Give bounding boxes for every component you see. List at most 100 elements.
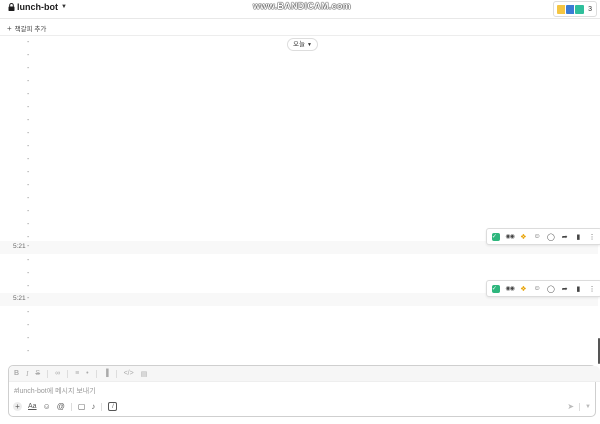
member-count: 3 — [588, 5, 592, 13]
message-row[interactable]: - — [0, 193, 598, 206]
strikethrough-icon[interactable]: S — [35, 370, 40, 377]
message-input[interactable]: #lunch-bot에 메시지 보내기 — [14, 386, 96, 396]
message-row[interactable]: - — [0, 63, 598, 76]
check-icon: ✓ — [491, 232, 500, 241]
message-text: - — [27, 221, 30, 228]
message-text: - — [27, 117, 30, 124]
formatting-toolbar: B I S ∞ ≡ • ▐ </> ▤ — [9, 366, 600, 382]
add-reaction-icon[interactable]: ☺ — [532, 283, 543, 294]
eyes-reaction[interactable]: ◉◉ — [504, 231, 515, 242]
message-text: - — [27, 257, 30, 264]
video-icon[interactable]: ▢ — [78, 402, 86, 411]
add-bookmark-button[interactable]: + 책갈피 추가 — [7, 23, 46, 33]
message-row[interactable]: - — [0, 206, 598, 219]
message-text: - — [27, 91, 30, 98]
plus-icon[interactable]: + — [13, 402, 22, 411]
message-text: - — [27, 243, 30, 250]
message-row[interactable]: - — [0, 89, 598, 102]
send-controls: ➤ ▼ — [567, 402, 591, 411]
message-row[interactable]: - — [0, 141, 598, 154]
message-row[interactable]: - — [0, 307, 598, 320]
message-text: - — [27, 169, 30, 176]
message-text: - — [27, 208, 30, 215]
reply-thread-icon[interactable]: ◯ — [545, 231, 556, 242]
bookmark-bar: + 책갈피 추가 — [0, 19, 600, 36]
chevron-down-icon: ▼ — [61, 4, 67, 10]
raised-hands-reaction[interactable]: ❖ — [518, 283, 529, 294]
raised-hands-reaction[interactable]: ❖ — [518, 231, 529, 242]
watermark: www.BANDICAM.com — [253, 1, 351, 11]
emoji-icon[interactable]: ☺ — [43, 402, 51, 411]
message-timestamp[interactable]: 5:21 — [13, 243, 26, 250]
add-reaction-icon[interactable]: ☺ — [532, 231, 543, 242]
divider — [67, 369, 69, 378]
message-text: - — [27, 322, 30, 329]
divider — [579, 402, 581, 411]
message-hover-toolbar: ✓ ◉◉ ❖ ☺ ◯ ➦ ▮ ⋮ — [486, 280, 600, 297]
message-list[interactable]: 오늘 ▼ - - - - - - - - - - - - - - - - 5:21… — [0, 36, 600, 364]
message-row[interactable]: - — [0, 180, 598, 193]
check-icon: ✓ — [491, 284, 500, 293]
link-icon[interactable]: ∞ — [55, 370, 60, 377]
message-row[interactable]: - — [0, 167, 598, 180]
message-row[interactable]: - — [0, 37, 598, 50]
message-row[interactable]: - — [0, 102, 598, 115]
message-text: - — [27, 52, 30, 59]
message-row[interactable]: - — [0, 76, 598, 89]
divider — [115, 369, 117, 378]
channel-header: lunch-bot ▼ www.BANDICAM.com 3 — [0, 0, 600, 19]
message-row[interactable]: - — [0, 115, 598, 128]
white-check-mark-reaction[interactable]: ✓ — [490, 231, 501, 242]
more-actions-icon[interactable]: ⋮ — [587, 231, 598, 242]
eyes-reaction[interactable]: ◉◉ — [504, 283, 515, 294]
share-icon[interactable]: ➦ — [559, 283, 570, 294]
bookmark-icon[interactable]: ▮ — [573, 283, 584, 294]
message-text: - — [27, 234, 30, 241]
divider — [101, 402, 103, 411]
avatar — [574, 3, 586, 15]
message-row[interactable]: - — [0, 320, 598, 333]
white-check-mark-reaction[interactable]: ✓ — [490, 283, 501, 294]
format-toggle-icon[interactable]: Aa — [28, 403, 37, 410]
divider — [95, 369, 97, 378]
reply-thread-icon[interactable]: ◯ — [545, 283, 556, 294]
bold-icon[interactable]: B — [14, 370, 19, 377]
slash-command-icon[interactable]: / — [108, 402, 118, 411]
message-text: - — [27, 143, 30, 150]
message-text: - — [27, 335, 30, 342]
message-text: - — [27, 195, 30, 202]
italic-icon[interactable]: I — [26, 370, 28, 378]
message-text: - — [27, 348, 30, 355]
send-icon[interactable]: ➤ — [567, 402, 574, 411]
channel-name-button[interactable]: lunch-bot ▼ — [8, 2, 67, 12]
message-text: - — [27, 78, 30, 85]
code-block-icon[interactable]: ▤ — [141, 370, 148, 378]
mention-icon[interactable]: @ — [57, 402, 65, 411]
code-icon[interactable]: </> — [124, 370, 134, 377]
message-text: - — [27, 182, 30, 189]
divider — [47, 369, 49, 378]
message-row[interactable]: - — [0, 255, 598, 268]
chevron-down-icon[interactable]: ▼ — [585, 404, 591, 410]
more-actions-icon[interactable]: ⋮ — [587, 283, 598, 294]
message-row[interactable]: - — [0, 128, 598, 141]
ordered-list-icon[interactable]: ≡ — [75, 370, 79, 377]
bulleted-list-icon[interactable]: • — [86, 370, 88, 377]
share-icon[interactable]: ➦ — [559, 231, 570, 242]
bookmark-icon[interactable]: ▮ — [573, 231, 584, 242]
blockquote-icon[interactable]: ▐ — [104, 370, 109, 377]
message-text: - — [27, 104, 30, 111]
message-hover-toolbar: ✓ ◉◉ ❖ ☺ ◯ ➦ ▮ ⋮ — [486, 228, 600, 245]
message-row[interactable]: - — [0, 346, 598, 359]
message-text: - — [27, 65, 30, 72]
message-text: - — [27, 295, 30, 302]
message-text: - — [27, 156, 30, 163]
message-row[interactable]: - — [0, 154, 598, 167]
channel-name: lunch-bot — [17, 2, 58, 12]
message-composer: B I S ∞ ≡ • ▐ </> ▤ #lunch-bot에 메시지 보내기 … — [8, 365, 600, 417]
message-row[interactable]: - — [0, 50, 598, 63]
microphone-icon[interactable]: ♪ — [91, 402, 95, 411]
members-button[interactable]: 3 — [553, 1, 597, 17]
message-timestamp[interactable]: 5:21 — [13, 295, 26, 302]
message-row[interactable]: - — [0, 333, 598, 346]
